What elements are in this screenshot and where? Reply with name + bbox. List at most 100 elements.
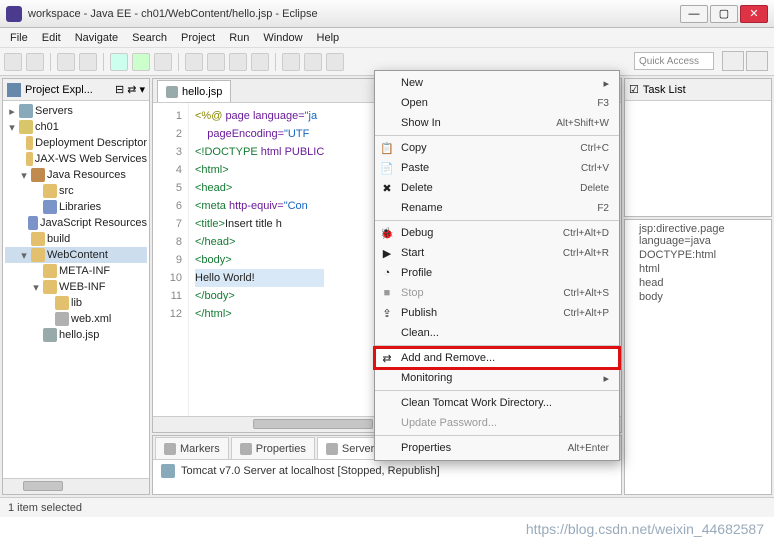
toolbar-button[interactable]	[154, 53, 172, 71]
perspective-button[interactable]	[746, 51, 768, 71]
task-list-title: Task List	[643, 84, 686, 96]
publish-icon: ⇪	[379, 305, 395, 321]
outline-pane: jsp:directive.page language=javaDOCTYPE:…	[624, 219, 772, 495]
tree-node[interactable]: META-INF	[5, 263, 147, 279]
status-bar: 1 item selected	[0, 497, 774, 517]
profile-icon: ◔	[379, 265, 395, 281]
outline-item[interactable]: DOCTYPE:html	[629, 248, 767, 262]
bottom-tab-properties[interactable]: Properties	[231, 437, 315, 459]
menu-item-publish[interactable]: ⇪PublishCtrl+Alt+P	[375, 303, 619, 323]
tree-node[interactable]: JavaScript Resources	[5, 215, 147, 231]
collapse-all-icon[interactable]: ⊟	[115, 83, 124, 96]
project-tree[interactable]: ▸Servers▾ch01Deployment DescriptorJAX-WS…	[3, 101, 149, 478]
toolbar-button[interactable]	[26, 53, 44, 71]
tree-node[interactable]: ▾WEB-INF	[5, 279, 147, 295]
tree-node[interactable]: ▾ch01	[5, 119, 147, 135]
tree-node[interactable]: hello.jsp	[5, 327, 147, 343]
menu-run[interactable]: Run	[223, 30, 255, 46]
menu-item-add-and-remove-[interactable]: ⇄Add and Remove...	[375, 348, 619, 368]
server-row[interactable]: Tomcat v7.0 Server at localhost [Stopped…	[181, 465, 440, 477]
menu-navigate[interactable]: Navigate	[69, 30, 124, 46]
toolbar-button[interactable]	[304, 53, 322, 71]
context-menu[interactable]: New▸OpenF3Show InAlt+Shift+W📋CopyCtrl+C📄…	[374, 70, 620, 461]
menu-item-clean-tomcat-work-directory-[interactable]: Clean Tomcat Work Directory...	[375, 393, 619, 413]
toolbar-button[interactable]	[57, 53, 75, 71]
delete-icon: ✖	[379, 180, 395, 196]
maximize-button[interactable]: ▢	[710, 5, 738, 23]
close-button[interactable]: ✕	[740, 5, 768, 23]
menu-item-paste[interactable]: 📄PasteCtrl+V	[375, 158, 619, 178]
tree-node[interactable]: src	[5, 183, 147, 199]
outline-item[interactable]: head	[629, 276, 767, 290]
minimize-button[interactable]: —	[680, 5, 708, 23]
toolbar-button[interactable]	[185, 53, 203, 71]
menu-item-new[interactable]: New▸	[375, 73, 619, 93]
tree-node[interactable]: ▾WebContent	[5, 247, 147, 263]
window-title: workspace - Java EE - ch01/WebContent/he…	[28, 8, 680, 20]
tree-node[interactable]: Libraries	[5, 199, 147, 215]
menu-item-properties[interactable]: PropertiesAlt+Enter	[375, 438, 619, 458]
outline-item[interactable]: html	[629, 262, 767, 276]
menu-edit[interactable]: Edit	[36, 30, 67, 46]
outline-content[interactable]	[625, 101, 771, 105]
link-editor-icon[interactable]: ⇄	[127, 83, 136, 96]
watermark: https://blog.csdn.net/weixin_44682587	[0, 517, 774, 541]
toolbar-button[interactable]	[4, 53, 22, 71]
menu-item-copy[interactable]: 📋CopyCtrl+C	[375, 138, 619, 158]
menu-item-start[interactable]: ▶StartCtrl+Alt+R	[375, 243, 619, 263]
run-button[interactable]	[132, 53, 150, 71]
task-list-pane: ☑ Task List	[624, 78, 772, 217]
tree-node[interactable]: JAX-WS Web Services	[5, 151, 147, 167]
tree-node[interactable]: ▸Servers	[5, 103, 147, 119]
toolbar-button[interactable]	[282, 53, 300, 71]
run-icon: ▶	[379, 245, 395, 261]
menu-window[interactable]: Window	[257, 30, 308, 46]
project-explorer-icon	[7, 83, 21, 97]
toolbar-button[interactable]	[229, 53, 247, 71]
stop-icon: ■	[379, 285, 395, 301]
horizontal-scrollbar[interactable]	[3, 478, 149, 494]
menu-item-show-in[interactable]: Show InAlt+Shift+W	[375, 113, 619, 133]
toolbar-button[interactable]	[207, 53, 225, 71]
outline-item[interactable]: body	[629, 290, 767, 304]
status-text: 1 item selected	[8, 502, 82, 514]
toolbar-button[interactable]	[326, 53, 344, 71]
menu-item-open[interactable]: OpenF3	[375, 93, 619, 113]
view-menu-icon[interactable]: ▾	[139, 83, 145, 96]
project-explorer-title: Project Expl...	[25, 84, 93, 96]
menu-item-clean-[interactable]: Clean...	[375, 323, 619, 343]
perspective-button[interactable]	[722, 51, 744, 71]
outline-item[interactable]: jsp:directive.page language=java	[629, 222, 767, 248]
addremove-icon: ⇄	[379, 350, 395, 366]
project-explorer-pane: Project Expl... ⊟ ⇄ ▾ ▸Servers▾ch01Deplo…	[2, 78, 150, 495]
editor-tab-label: hello.jsp	[182, 86, 222, 98]
code-area[interactable]: <%@ page language="ja pageEncoding="UTF<…	[189, 103, 330, 416]
tree-node[interactable]: ▾Java Resources	[5, 167, 147, 183]
menu-file[interactable]: File	[4, 30, 34, 46]
menu-project[interactable]: Project	[175, 30, 221, 46]
menu-search[interactable]: Search	[126, 30, 173, 46]
line-gutter: 123456789101112	[153, 103, 189, 416]
copy-icon: 📋	[379, 140, 395, 156]
bottom-tab-markers[interactable]: Markers	[155, 437, 229, 459]
menu-item-profile[interactable]: ◔Profile	[375, 263, 619, 283]
debug-button[interactable]	[110, 53, 128, 71]
menu-item-delete[interactable]: ✖DeleteDelete	[375, 178, 619, 198]
editor-tab[interactable]: hello.jsp	[157, 80, 231, 102]
menu-item-debug[interactable]: 🐞DebugCtrl+Alt+D	[375, 223, 619, 243]
server-icon	[161, 464, 175, 478]
menu-item-stop: ■StopCtrl+Alt+S	[375, 283, 619, 303]
tree-node[interactable]: lib	[5, 295, 147, 311]
quick-access-input[interactable]: Quick Access	[634, 52, 714, 70]
tree-node[interactable]: build	[5, 231, 147, 247]
menubar: FileEditNavigateSearchProjectRunWindowHe…	[0, 28, 774, 48]
jsp-icon	[166, 86, 178, 98]
menu-help[interactable]: Help	[311, 30, 346, 46]
menu-item-monitoring[interactable]: Monitoring▸	[375, 368, 619, 388]
toolbar-button[interactable]	[79, 53, 97, 71]
tree-node[interactable]: web.xml	[5, 311, 147, 327]
menu-item-rename[interactable]: RenameF2	[375, 198, 619, 218]
tree-node[interactable]: Deployment Descriptor	[5, 135, 147, 151]
toolbar-button[interactable]	[251, 53, 269, 71]
paste-icon: 📄	[379, 160, 395, 176]
